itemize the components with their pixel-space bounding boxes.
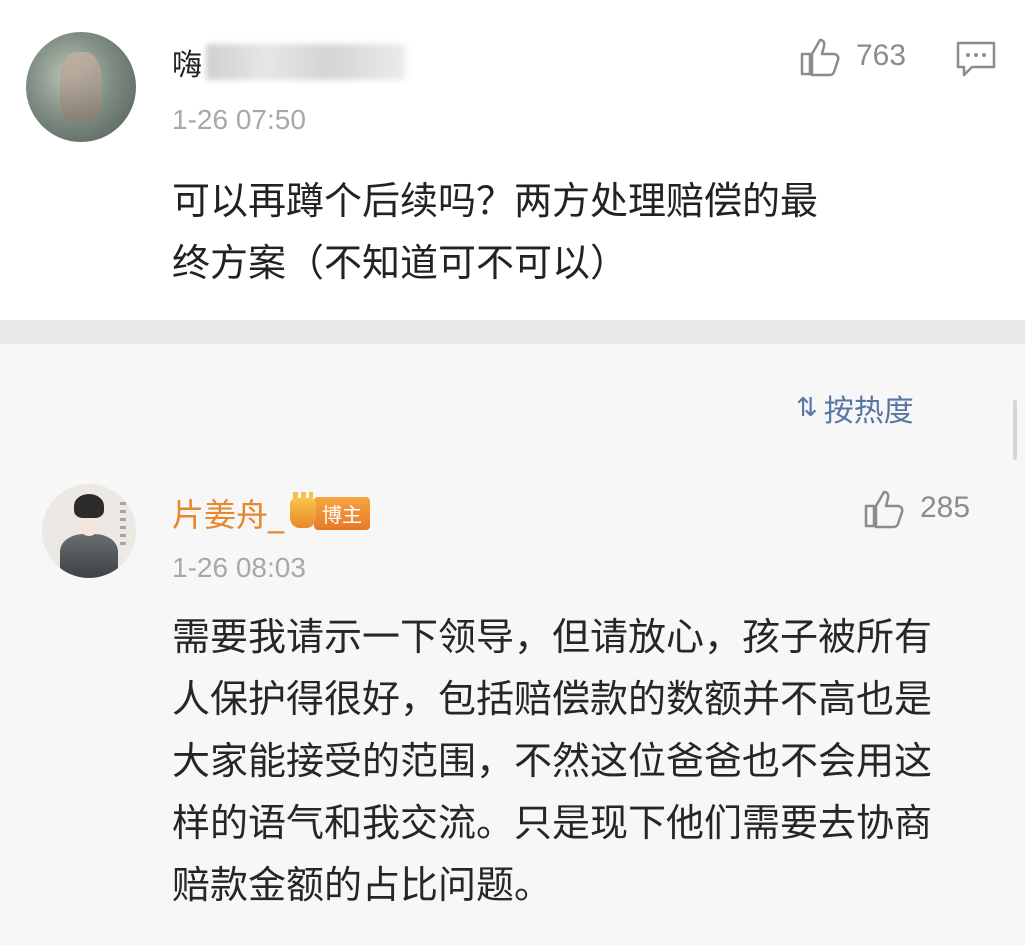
crown-icon xyxy=(290,492,317,528)
comment-text-line: 可以再蹲个后续吗？两方处理赔偿的最 xyxy=(172,179,819,223)
comment-like-count: 763 xyxy=(856,39,907,72)
reply-timestamp: 1-26 08:03 xyxy=(172,552,306,583)
commenter-username[interactable]: 嗨 xyxy=(172,40,406,84)
comment-text-line: 终方案（不知道可不可以） xyxy=(172,241,629,285)
scrollbar[interactable] xyxy=(1013,400,1017,460)
thumbs-up-icon xyxy=(800,38,840,77)
username-blur-mask xyxy=(206,44,406,80)
username-visible-part: 嗨 xyxy=(172,48,202,83)
comment-text: 可以再蹲个后续吗？两方处理赔偿的最 终方案（不知道可不可以） xyxy=(172,170,972,294)
reply-username: 片姜舟_ xyxy=(172,496,285,534)
blogger-badge-label: 博主 xyxy=(314,496,371,530)
sort-icon: ⇅ xyxy=(796,393,818,423)
comment-like-button[interactable]: 763 xyxy=(798,34,906,78)
blogger-badge: 博主 xyxy=(290,492,371,530)
reply-text-line: 赔款金额的占比问题。 xyxy=(172,863,553,907)
reply-like-count: 285 xyxy=(920,491,971,524)
reply-text-line: 需要我请示一下领导，但请放心，孩子被所有 xyxy=(172,615,933,659)
comment-timestamp: 1-26 07:50 xyxy=(172,104,306,135)
reply-like-button[interactable]: 285 xyxy=(862,486,970,530)
top-comment: 嗨 1-26 07:50 763 可以再蹲个后续吗？两方处理赔偿的最 终方案（不… xyxy=(0,0,1025,320)
commenter-avatar[interactable] xyxy=(26,32,136,142)
reply-button[interactable] xyxy=(955,40,997,82)
reply-author[interactable]: 片姜舟_ 博主 xyxy=(172,490,371,536)
comment-icon xyxy=(956,41,996,77)
reply-text: 需要我请示一下领导，但请放心，孩子被所有 人保护得很好，包括赔偿款的数额并不高也… xyxy=(172,606,992,916)
reply-avatar[interactable] xyxy=(42,484,136,578)
reply-text-line: 样的语气和我交流。只是现下他们需要去协商 xyxy=(172,801,933,845)
reply-text-line: 大家能接受的范围，不然这位爸爸也不会用这 xyxy=(172,739,933,783)
section-divider xyxy=(0,320,1025,344)
thumbs-up-icon xyxy=(864,490,904,529)
reply-text-line: 人保护得很好，包括赔偿款的数额并不高也是 xyxy=(172,677,933,721)
sort-by-hot-toggle[interactable]: ⇅ 按热度 xyxy=(796,386,914,430)
sort-label: 按热度 xyxy=(823,394,914,429)
